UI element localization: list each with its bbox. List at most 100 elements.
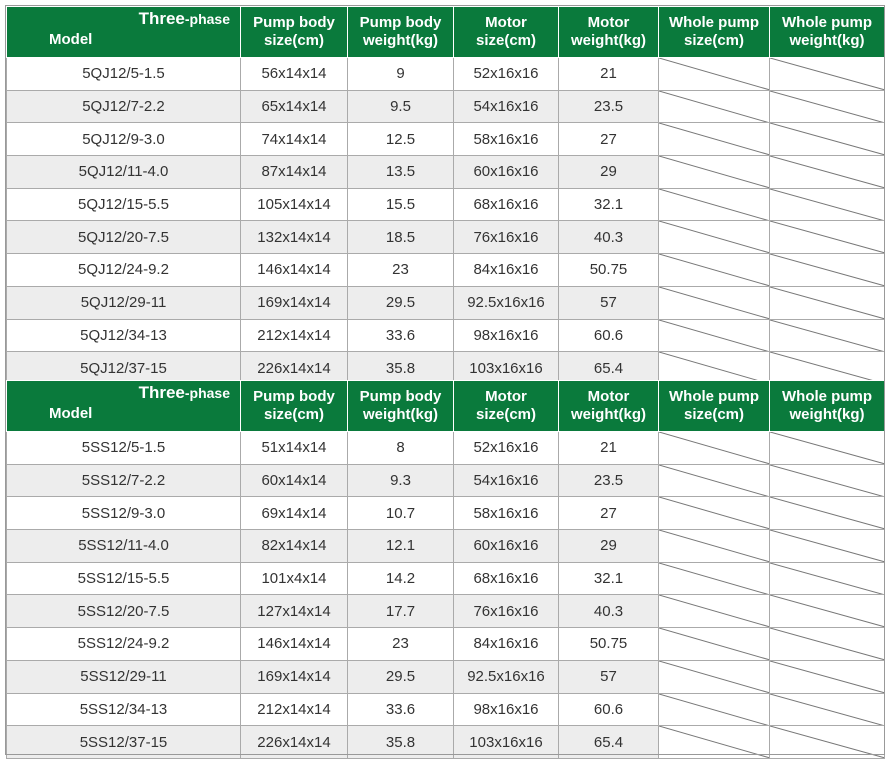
model-cell: 5QJ12/20-7.5 [6,220,241,255]
pump-body-size-cell: 101x4x14 [240,561,348,596]
column-header-unit: weight(kg) [789,32,865,49]
pump-body-weight-cell: 29.5 [347,285,454,320]
diagonal-slash [659,563,769,595]
column-header: Whole pump size(cm) [658,6,770,58]
column-header-unit: size(cm) [475,406,537,423]
column-header-unit: size(cm) [683,406,745,423]
whole-pump-weight-empty-cell [769,463,885,498]
header-row: Three-phase Model Pump body size(cm) Pump bo… [6,380,885,432]
diagonal-slash [659,287,769,319]
model-cell: 5SS12/24-9.2 [6,627,241,661]
model-cell: 5SS12/37-15 [6,725,241,759]
pump-body-size-cell: 132x14x14 [240,220,348,255]
table-row: 5SS12/29-11 169x14x14 29.5 92.5x16x16 57 [6,659,885,694]
motor-weight-cell: 57 [558,285,659,320]
column-header: Motor size(cm) [453,6,559,58]
motor-size-cell: 98x16x16 [453,318,559,353]
diagonal-slash [659,432,769,464]
diagonal-slash [770,530,884,562]
column-header-unit: size(cm) [263,406,325,423]
whole-pump-weight-empty-cell [769,561,885,596]
whole-pump-weight-empty-cell [769,431,885,465]
header-row: Three-phase Model Pump body size(cm) Pump bo… [6,6,885,58]
motor-size-cell: 84x16x16 [453,627,559,661]
diagonal-slash [659,254,769,286]
diagonal-slash [659,465,769,497]
motor-size-cell: 92.5x16x16 [453,659,559,694]
whole-pump-weight-empty-cell [769,220,885,255]
table-header: Three-phase Model Pump body size(cm) Pump bo… [6,380,885,432]
table-row: 5QJ12/34-13 212x14x14 33.6 98x16x16 60.6 [6,318,885,353]
diagonal-slash [770,254,884,286]
pump-body-size-cell: 87x14x14 [240,155,348,189]
whole-pump-weight-empty-cell [769,725,885,759]
diagonal-slash [770,91,884,123]
pump-body-weight-cell: 29.5 [347,659,454,694]
phase-suffix: -phase [184,11,230,27]
table-row: 5SS12/24-9.2 146x14x14 23 84x16x16 50.75 [6,627,885,661]
table-row: 5SS12/9-3.0 69x14x14 10.7 58x16x16 27 [6,496,885,531]
whole-pump-size-empty-cell [658,318,770,353]
pump-body-size-cell: 212x14x14 [240,318,348,353]
table-row: 5QJ12/29-11 169x14x14 29.5 92.5x16x16 57 [6,285,885,320]
column-header-line: Motor [587,14,630,31]
whole-pump-size-empty-cell [658,253,770,287]
column-header-unit: size(cm) [683,32,745,49]
model-cell: 5SS12/15-5.5 [6,561,241,596]
motor-weight-cell: 40.3 [558,594,659,629]
model-cell: 5QJ12/11-4.0 [6,155,241,189]
column-header-unit: weight(kg) [571,406,646,423]
diagonal-slash [770,58,884,90]
whole-pump-weight-empty-cell [769,496,885,531]
column-header: Motor size(cm) [453,380,559,432]
model-label: Model [49,405,93,422]
model-cell: 5SS12/29-11 [6,659,241,694]
motor-weight-cell: 29 [558,155,659,189]
whole-pump-weight-empty-cell [769,253,885,287]
pump-body-weight-cell: 33.6 [347,318,454,353]
diagonal-slash [659,156,769,188]
motor-weight-cell: 50.75 [558,627,659,661]
phase-suffix: -phase [184,385,230,401]
whole-pump-weight-empty-cell [769,122,885,157]
column-header-unit: size(cm) [263,32,325,49]
three-phase-qj-table: Three-phase Model Pump body size(cm) Pump bo… [6,6,885,385]
column-header: Pump body weight(kg) [347,380,454,432]
column-header-line: Pump body [253,14,335,31]
pump-body-weight-cell: 12.5 [347,122,454,157]
model-cell: 5QJ12/29-11 [6,285,241,320]
column-header-line: Whole pump [669,388,759,405]
table-row: 5SS12/15-5.5 101x4x14 14.2 68x16x16 32.1 [6,561,885,596]
diagonal-slash [659,726,769,758]
pump-body-weight-cell: 9.5 [347,89,454,124]
whole-pump-size-empty-cell [658,692,770,727]
whole-pump-size-empty-cell [658,561,770,596]
diagonal-slash [659,628,769,660]
pump-body-size-cell: 226x14x14 [240,725,348,759]
table-row: 5SS12/37-15 226x14x14 35.8 103x16x16 65.4 [6,725,885,759]
motor-weight-cell: 65.4 [558,725,659,759]
motor-size-cell: 92.5x16x16 [453,285,559,320]
diagonal-slash [770,221,884,253]
pump-body-size-cell: 169x14x14 [240,659,348,694]
phase-label: Three-phase [139,384,230,403]
column-header-unit: weight(kg) [571,32,646,49]
column-header-line: Pump body [359,14,442,31]
motor-size-cell: 60x16x16 [453,529,559,563]
column-header-line: Whole pump [782,14,872,31]
column-header: Pump body weight(kg) [347,6,454,58]
model-cell: 5QJ12/5-1.5 [6,57,241,91]
whole-pump-size-empty-cell [658,57,770,91]
column-header-unit: weight(kg) [363,32,438,49]
motor-size-cell: 103x16x16 [453,725,559,759]
column-header-line: Motor [485,14,527,31]
whole-pump-size-empty-cell [658,285,770,320]
motor-weight-cell: 21 [558,57,659,91]
diagonal-slash [659,530,769,562]
table-body: 5QJ12/5-1.5 56x14x14 9 52x16x16 21 5QJ12/7-2.… [6,57,885,385]
column-header: Whole pump size(cm) [658,380,770,432]
whole-pump-size-empty-cell [658,431,770,465]
whole-pump-weight-empty-cell [769,187,885,222]
table-row: 5SS12/5-1.5 51x14x14 8 52x16x16 21 [6,431,885,465]
pump-body-size-cell: 82x14x14 [240,529,348,563]
